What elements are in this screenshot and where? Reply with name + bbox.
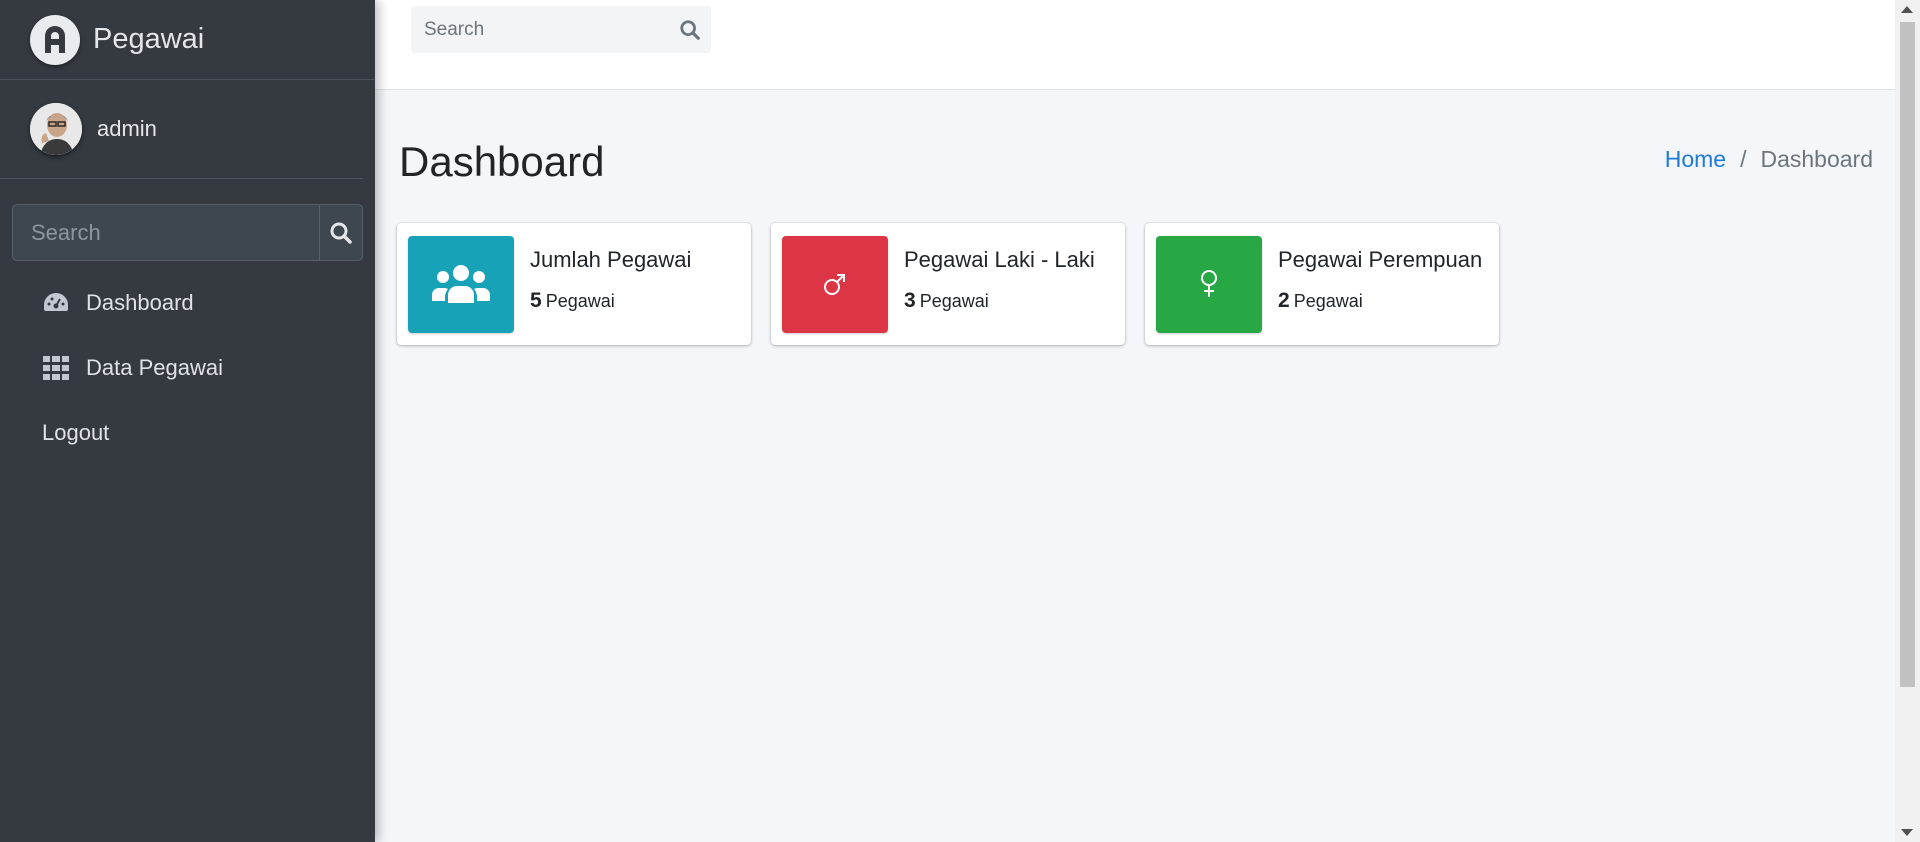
sidebar-item-label: Data Pegawai [86,354,223,380]
users-icon [408,235,514,333]
info-box-pegawai-laki-laki: Pegawai Laki - Laki 3 Pegawai [771,223,1125,345]
sidebar-item-data-pegawai[interactable]: Data Pegawai [0,335,375,400]
tachometer-icon [42,289,70,317]
info-box-label: Jumlah Pegawai [530,247,692,272]
brand-logo-icon [30,14,80,65]
page-title: Dashboard [399,138,605,185]
sidebar-search-button[interactable] [319,205,362,260]
info-box-unit: Pegawai [1293,291,1363,311]
info-box-count: 5 [530,289,542,312]
sidebar-item-label: Logout [42,419,110,445]
search-icon [330,222,352,244]
search-icon [680,19,700,40]
scroll-down-arrow-icon[interactable] [1901,829,1913,836]
info-box-value: 5 Pegawai [530,289,691,313]
info-box-value: 2 Pegawai [1278,289,1482,313]
user-panel[interactable]: admin [0,80,363,179]
sidebar-search [12,204,363,261]
info-box-row: Jumlah Pegawai 5 Pegawai Pegawai Laki - L… [397,223,1519,345]
female-icon [1156,235,1262,333]
avatar [30,103,82,155]
info-box-count: 3 [904,289,916,312]
brand-name: Pegawai [93,23,205,55]
info-box-unit: Pegawai [545,291,615,311]
sidebar-search-input[interactable] [13,205,319,260]
breadcrumb-separator: / [1740,146,1747,172]
scroll-up-arrow-icon[interactable] [1901,6,1913,13]
user-name: admin [97,116,157,141]
navbar-search-button[interactable] [669,6,711,53]
brand-link[interactable]: Pegawai [0,0,375,80]
scrollbar-thumb[interactable] [1900,22,1915,687]
info-box-jumlah-pegawai: Jumlah Pegawai 5 Pegawai [397,223,751,345]
vertical-scrollbar[interactable] [1895,0,1920,842]
content-wrapper: Dashboard Home / Dashboard Jumlah Pegawa… [375,115,1895,842]
sidebar-item-dashboard[interactable]: Dashboard [0,270,375,335]
info-box-label: Pegawai Perempuan [1278,247,1483,272]
sidebar-item-logout[interactable]: Logout [0,400,375,465]
breadcrumb-home-link[interactable]: Home [1665,146,1726,173]
grid-icon [42,354,70,382]
breadcrumb-current: Dashboard [1760,146,1873,172]
main-sidebar: Pegawai admin Search Dashboard Data Pega… [0,0,375,842]
male-icon [782,235,888,333]
navbar-search-input[interactable] [411,18,669,41]
sidebar-item-label: Dashboard [86,289,194,315]
info-box-label: Pegawai Laki - Laki [904,247,1095,272]
info-box-value: 3 Pegawai [904,289,1095,313]
info-box-unit: Pegawai [919,291,989,311]
info-box-pegawai-perempuan: Pegawai Perempuan 2 Pegawai [1145,223,1499,345]
info-box-count: 2 [1278,289,1290,312]
top-navbar [375,0,1895,90]
breadcrumb: Home / Dashboard [1665,146,1873,173]
navbar-search [411,6,711,53]
sidebar-nav: Dashboard Data Pegawai Logout [0,270,375,465]
